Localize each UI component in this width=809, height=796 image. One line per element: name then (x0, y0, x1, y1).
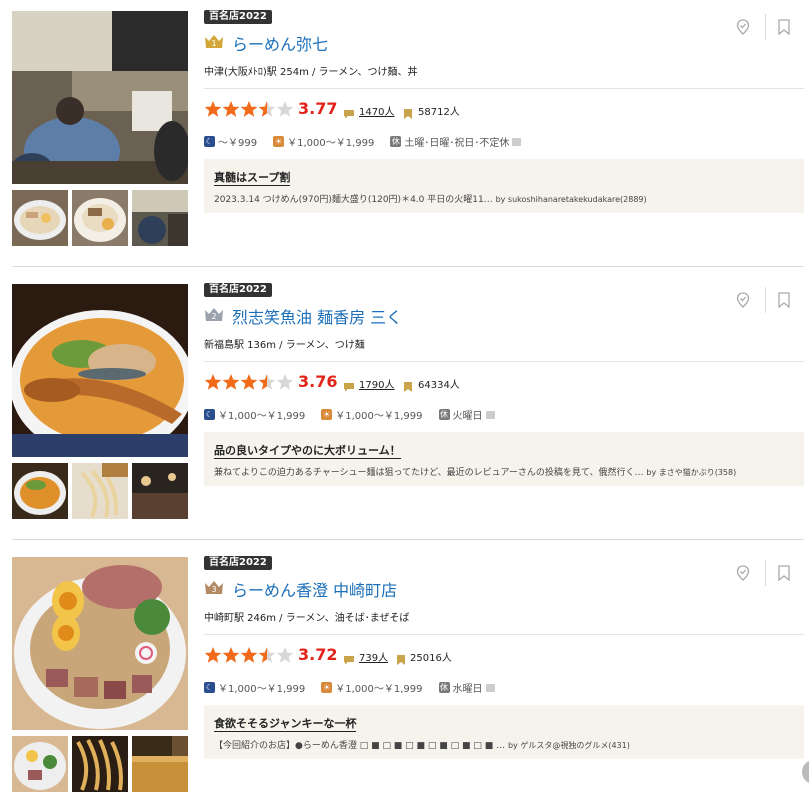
review-count-link[interactable]: 1790人 (359, 376, 394, 391)
restaurant-thumbnail[interactable] (12, 190, 68, 246)
holiday: 火曜日 (452, 411, 483, 422)
restaurant-thumbnail[interactable] (132, 190, 188, 246)
card-separator (12, 266, 804, 267)
rank-2-crown-icon: 2 (204, 306, 224, 322)
svg-text:1: 1 (211, 39, 216, 48)
dinner-price: ～￥999 (218, 138, 258, 149)
map-pin-icon[interactable] (736, 292, 750, 308)
save-count: 25016人 (410, 653, 452, 664)
lunch-sun-icon: ☀ (321, 682, 333, 693)
divider (204, 88, 804, 89)
holiday-calendar-icon: 休 (438, 409, 450, 420)
review-comment-icon (343, 104, 355, 119)
holiday-calendar-icon: 休 (438, 682, 450, 693)
review-comment-icon (343, 650, 355, 665)
price-holiday-row: ☾ ￥1,000～￥1,999 ☀ ￥1,000～￥1,999 休 火曜日 (204, 407, 495, 422)
save-bookmark-icon (397, 650, 405, 665)
restaurant-thumbnail[interactable] (72, 736, 128, 792)
comment-icon[interactable] (485, 683, 495, 692)
rating-score: 3.76 (298, 372, 338, 391)
review-title[interactable]: 食欲そそるジャンキーな一杯 (214, 715, 357, 732)
rank-1-crown-icon: 1 (204, 33, 224, 49)
rating-stars (204, 100, 296, 118)
review-snippet[interactable]: 真髄はスープ割 2023.3.14 つけめん(970円)麺大盛り(120円)＊4… (204, 159, 804, 213)
restaurant-main-photo[interactable] (12, 557, 188, 730)
restaurant-main-photo[interactable] (12, 11, 188, 184)
save-bookmark-icon (404, 377, 412, 392)
hyakumeiten-badge: 百名店2022 (204, 556, 272, 570)
restaurant-name-link[interactable]: らーめん弥七 (232, 31, 328, 55)
map-pin-icon[interactable] (736, 19, 750, 35)
dinner-moon-icon: ☾ (204, 682, 215, 693)
restaurant-thumbnail[interactable] (12, 463, 68, 519)
reviewer-name[interactable]: by sukoshihanaretakekudakare(2889) (496, 195, 647, 204)
restaurant-thumbnail[interactable] (132, 736, 188, 792)
restaurant-name-link[interactable]: らーめん香澄 中崎町店 (232, 577, 397, 601)
restaurant-main-photo[interactable] (12, 284, 188, 457)
station-genre: 中津(大阪ﾒﾄﾛ)駅 254m / ラーメン、つけ麺、丼 (204, 67, 418, 78)
review-body: 2023.3.14 つけめん(970円)麺大盛り(120円)＊4.0 平日の火曜… (214, 192, 647, 205)
icon-divider (765, 287, 766, 313)
map-pin-icon[interactable] (736, 565, 750, 581)
hyakumeiten-badge: 百名店2022 (204, 10, 272, 24)
reviewer-name[interactable]: by ゲルスタ@視独のグルメ(431) (508, 741, 630, 750)
lunch-sun-icon: ☀ (321, 409, 333, 420)
bookmark-icon[interactable] (777, 565, 791, 582)
dinner-moon-icon: ☾ (204, 136, 215, 147)
rating-score: 3.77 (298, 99, 338, 118)
review-count-link[interactable]: 1470人 (359, 103, 394, 118)
rating-stars (204, 646, 296, 664)
bookmark-icon[interactable] (777, 19, 791, 36)
review-body: 兼ねてよりこの迫力あるチャーシュー麺は狙ってたけど、最近のレビュアーさんの投稿を… (214, 465, 736, 478)
price-holiday-row: ☾ ￥1,000～￥1,999 ☀ ￥1,000～￥1,999 休 水曜日 (204, 680, 495, 695)
review-text: 2023.3.14 つけめん(970円)麺大盛り(120円)＊4.0 平日の火曜… (214, 195, 493, 205)
lunch-price: ￥1,000～￥1,999 (335, 684, 423, 695)
lunch-price: ￥1,000～￥1,999 (287, 138, 375, 149)
icon-divider (765, 14, 766, 40)
icon-divider (765, 560, 766, 586)
lunch-price: ￥1,000～￥1,999 (335, 411, 423, 422)
hyakumeiten-badge: 百名店2022 (204, 283, 272, 297)
station-genre: 中崎町駅 246m / ラーメン、油そば･まぜそば (204, 613, 410, 624)
review-snippet[interactable]: 食欲そそるジャンキーな一杯 【今回紹介のお店】●らーめん香澄 □ ■ □ ■ □… (204, 705, 804, 759)
review-comment-icon (343, 377, 355, 392)
rank-3-crown-icon: 3 (204, 579, 224, 595)
save-count: 64334人 (418, 380, 460, 391)
holiday: 土曜･日曜･祝日･不定休 (404, 138, 510, 149)
dinner-moon-icon: ☾ (204, 409, 215, 420)
review-text: 【今回紹介のお店】●らーめん香澄 □ ■ □ ■ □ ■ □ ■ □ ■ □ ■… (214, 741, 506, 751)
bookmark-icon[interactable] (777, 292, 791, 309)
restaurant-thumbnail[interactable] (132, 463, 188, 519)
lunch-sun-icon: ☀ (273, 136, 285, 147)
restaurant-name-link[interactable]: 烈志笑魚油 麺香房 三く (232, 304, 402, 328)
reviewer-name[interactable]: by まさや猫かぶり(358) (646, 468, 736, 477)
dinner-price: ￥1,000～￥1,999 (218, 684, 306, 695)
rating-stars (204, 373, 296, 391)
restaurant-thumbnail[interactable] (72, 463, 128, 519)
divider (204, 634, 804, 635)
station-genre: 新福島駅 136m / ラーメン、つけ麺 (204, 340, 365, 351)
save-count: 58712人 (418, 107, 460, 118)
review-text: 兼ねてよりこの迫力あるチャーシュー麺は狙ってたけど、最近のレビュアーさんの投稿を… (214, 468, 644, 478)
review-title[interactable]: 品の良いタイプやのに大ボリューム！ (214, 442, 401, 459)
restaurant-thumbnail[interactable] (72, 190, 128, 246)
save-bookmark-icon (404, 104, 412, 119)
comment-icon[interactable] (512, 137, 522, 146)
comment-icon[interactable] (485, 410, 495, 419)
rating-score: 3.72 (298, 645, 338, 664)
holiday: 水曜日 (452, 684, 483, 695)
divider (204, 361, 804, 362)
svg-text:3: 3 (211, 585, 216, 594)
review-body: 【今回紹介のお店】●らーめん香澄 □ ■ □ ■ □ ■ □ ■ □ ■ □ ■… (214, 738, 630, 751)
dinner-price: ￥1,000～￥1,999 (218, 411, 306, 422)
review-snippet[interactable]: 品の良いタイプやのに大ボリューム！ 兼ねてよりこの迫力あるチャーシュー麺は狙って… (204, 432, 804, 486)
restaurant-thumbnail[interactable] (12, 736, 68, 792)
review-count-link[interactable]: 739人 (359, 649, 388, 664)
card-separator (12, 539, 804, 540)
review-title[interactable]: 真髄はスープ割 (214, 169, 291, 186)
price-holiday-row: ☾ ～￥999 ☀ ￥1,000～￥1,999 休 土曜･日曜･祝日･不定休 (204, 134, 522, 149)
holiday-calendar-icon: 休 (390, 136, 402, 147)
scroll-to-top-button[interactable] (802, 760, 809, 784)
svg-text:2: 2 (211, 312, 216, 321)
